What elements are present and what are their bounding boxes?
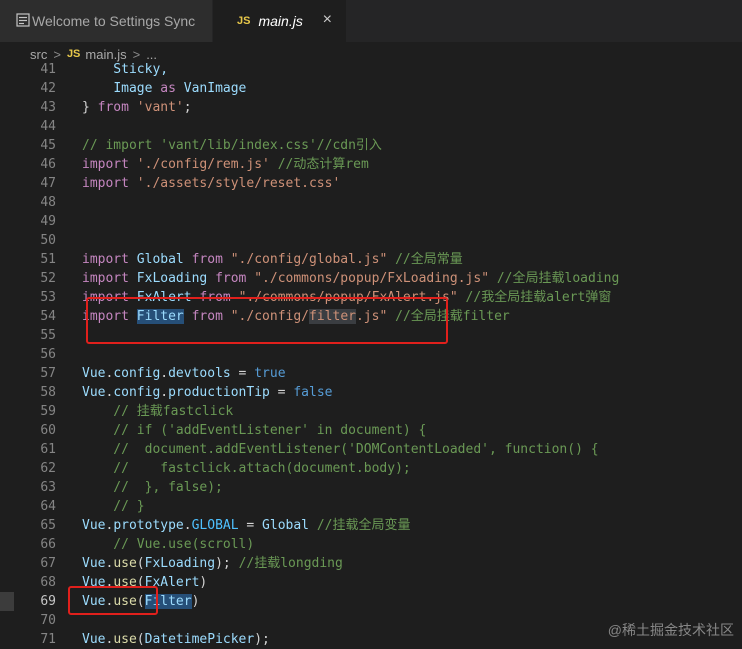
- line-number: 63: [40, 480, 56, 495]
- line-number: 47: [40, 176, 56, 191]
- tab-label: Welcome to Settings Sync: [32, 13, 196, 29]
- line-number: 66: [40, 537, 56, 552]
- code-line[interactable]: Vue.prototype.GLOBAL = Global //挂载全局变量: [82, 516, 411, 535]
- line-number: 61: [40, 442, 56, 457]
- code-line[interactable]: import './config/rem.js' //动态计算rem: [82, 155, 369, 174]
- code-line[interactable]: Image as VanImage: [82, 79, 246, 98]
- code-line[interactable]: Vue.use(FxLoading); //挂载longding: [82, 554, 343, 573]
- code-line[interactable]: import Global from "./config/global.js" …: [82, 250, 463, 269]
- tab-main-js[interactable]: JS main.js ×: [213, 0, 346, 42]
- line-number: 57: [40, 366, 56, 381]
- line-number: 52: [40, 271, 56, 286]
- line-number: 45: [40, 138, 56, 153]
- code-line[interactable]: Vue.use(DatetimePicker);: [82, 630, 270, 649]
- line-number: 69: [40, 594, 56, 609]
- line-number: 44: [40, 119, 56, 134]
- code-line[interactable]: // if ('addEventListener' in document) {: [82, 421, 426, 440]
- line-number: 49: [40, 214, 56, 229]
- line-number: 56: [40, 347, 56, 362]
- code-editor[interactable]: 41 Sticky, 42 Image as VanImage 43 } fro…: [0, 60, 742, 649]
- line-number: 70: [40, 613, 56, 628]
- code-line[interactable]: // }, false);: [82, 478, 223, 497]
- line-number: 58: [40, 385, 56, 400]
- line-number: 59: [40, 404, 56, 419]
- line-number: 48: [40, 195, 56, 210]
- code-line[interactable]: Sticky,: [82, 60, 168, 79]
- tab-welcome-settings-sync[interactable]: Welcome to Settings Sync: [0, 0, 213, 42]
- javascript-file-icon: JS: [66, 48, 81, 60]
- code-line[interactable]: // import 'vant/lib/index.css'//cdn引入: [82, 136, 382, 155]
- line-number: 64: [40, 499, 56, 514]
- code-line[interactable]: } from 'vant';: [82, 98, 192, 117]
- code-line[interactable]: // fastclick.attach(document.body);: [82, 459, 410, 478]
- code-line[interactable]: // document.addEventListener('DOMContent…: [82, 440, 598, 459]
- tab-bar: Welcome to Settings Sync JS main.js ×: [0, 0, 742, 42]
- code-line[interactable]: // }: [82, 497, 144, 516]
- line-number: 71: [40, 632, 56, 647]
- line-number: 55: [40, 328, 56, 343]
- code-line[interactable]: import FxLoading from "./commons/popup/F…: [82, 269, 619, 288]
- line-number: 65: [40, 518, 56, 533]
- line-number: 68: [40, 575, 56, 590]
- close-icon[interactable]: ×: [323, 11, 332, 29]
- code-line[interactable]: Vue.config.devtools = true: [82, 364, 286, 383]
- code-line[interactable]: // 挂载fastclick: [82, 402, 233, 421]
- line-number: 41: [40, 62, 56, 77]
- line-number: 43: [40, 100, 56, 115]
- tab-label: main.js: [258, 13, 303, 29]
- code-line[interactable]: import './assets/style/reset.css': [82, 174, 340, 193]
- highlight-box-vue-use-filter: [68, 586, 158, 615]
- code-line[interactable]: Vue.config.productionTip = false: [82, 383, 332, 402]
- code-line[interactable]: // Vue.use(scroll): [82, 535, 254, 554]
- javascript-file-icon: JS: [237, 15, 251, 27]
- watermark: @稀土掘金技术社区: [607, 622, 734, 638]
- line-number: 53: [40, 290, 56, 305]
- line-number: 42: [40, 81, 56, 96]
- line-number: 50: [40, 233, 56, 248]
- document-icon: [16, 13, 30, 27]
- line-number: 46: [40, 157, 56, 172]
- line-number: 54: [40, 309, 56, 324]
- line-number: 60: [40, 423, 56, 438]
- line-number: 62: [40, 461, 56, 476]
- highlight-box-import-filter: [86, 297, 448, 344]
- line-number: 67: [40, 556, 56, 571]
- line-number: 51: [40, 252, 56, 267]
